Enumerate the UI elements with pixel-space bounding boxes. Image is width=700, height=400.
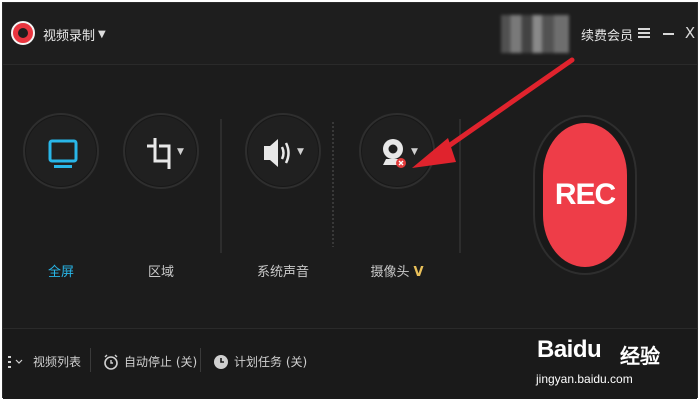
video-list-label: 视频列表 bbox=[33, 355, 82, 369]
title-bar: 视频录制 ▼ 续费会员 X bbox=[3, 3, 697, 65]
camera-label-wrap: 摄像头 V bbox=[359, 261, 435, 280]
fullscreen-circle bbox=[23, 113, 99, 189]
auto-stop-button[interactable]: 自动停止 (关) bbox=[103, 353, 197, 370]
chevron-down-icon: ▼ bbox=[98, 29, 106, 40]
webcam-icon bbox=[383, 139, 406, 168]
watermark-suffix: 经验 bbox=[620, 344, 660, 368]
menu-button[interactable] bbox=[635, 23, 653, 43]
watermark-url: jingyan.baidu.com bbox=[536, 372, 633, 386]
fullscreen-label: 全屏 bbox=[47, 265, 74, 280]
list-icon bbox=[8, 355, 23, 368]
region-button[interactable]: ▼ 区域 bbox=[123, 113, 199, 280]
clock-icon bbox=[214, 354, 228, 369]
divider bbox=[220, 119, 222, 253]
close-button[interactable]: X bbox=[681, 23, 699, 43]
speaker-icon bbox=[264, 139, 290, 167]
renew-vip-link[interactable]: 续费会员 bbox=[581, 25, 633, 44]
menu-icon bbox=[638, 28, 650, 38]
app-logo-icon bbox=[11, 21, 35, 45]
vip-badge-icon: V bbox=[413, 265, 424, 280]
auto-stop-label: 自动停止 (关) bbox=[124, 355, 198, 369]
system-audio-label: 系统声音 bbox=[256, 265, 309, 280]
schedule-task-button[interactable]: 计划任务 (关) bbox=[213, 353, 307, 370]
monitor-icon bbox=[48, 139, 78, 168]
system-audio-button[interactable]: ▼ 系统声音 bbox=[245, 113, 321, 280]
minimize-icon bbox=[663, 33, 674, 35]
region-circle: ▼ bbox=[123, 113, 199, 189]
fullscreen-button[interactable]: 全屏 bbox=[23, 113, 99, 280]
mode-dropdown[interactable]: 视频录制 ▼ bbox=[43, 25, 106, 44]
video-list-button[interactable]: 视频列表 bbox=[8, 353, 81, 370]
minimize-button[interactable] bbox=[659, 23, 677, 43]
crop-icon bbox=[147, 138, 171, 169]
camera-dropdown-caret-icon[interactable]: ▼ bbox=[411, 147, 418, 157]
divider bbox=[90, 348, 91, 372]
rec-button[interactable]: REC bbox=[543, 123, 627, 267]
camera-label: 摄像头 bbox=[370, 265, 410, 280]
audio-circle: ▼ bbox=[245, 113, 321, 189]
alarm-clock-icon bbox=[104, 354, 118, 370]
camera-circle: ▼ bbox=[359, 113, 435, 189]
region-dropdown-caret-icon[interactable]: ▼ bbox=[177, 147, 184, 157]
camera-button[interactable]: ▼ 摄像头 V bbox=[359, 113, 435, 280]
audio-dropdown-caret-icon[interactable]: ▼ bbox=[297, 147, 304, 157]
mode-dropdown-label: 视频录制 bbox=[43, 29, 96, 44]
watermark-brand: Baidu bbox=[537, 336, 602, 363]
region-label: 区域 bbox=[147, 265, 174, 280]
divider bbox=[200, 348, 201, 372]
divider bbox=[459, 119, 461, 253]
schedule-task-label: 计划任务 (关) bbox=[234, 355, 308, 369]
avatar[interactable] bbox=[501, 15, 569, 53]
dotted-divider bbox=[331, 121, 335, 247]
